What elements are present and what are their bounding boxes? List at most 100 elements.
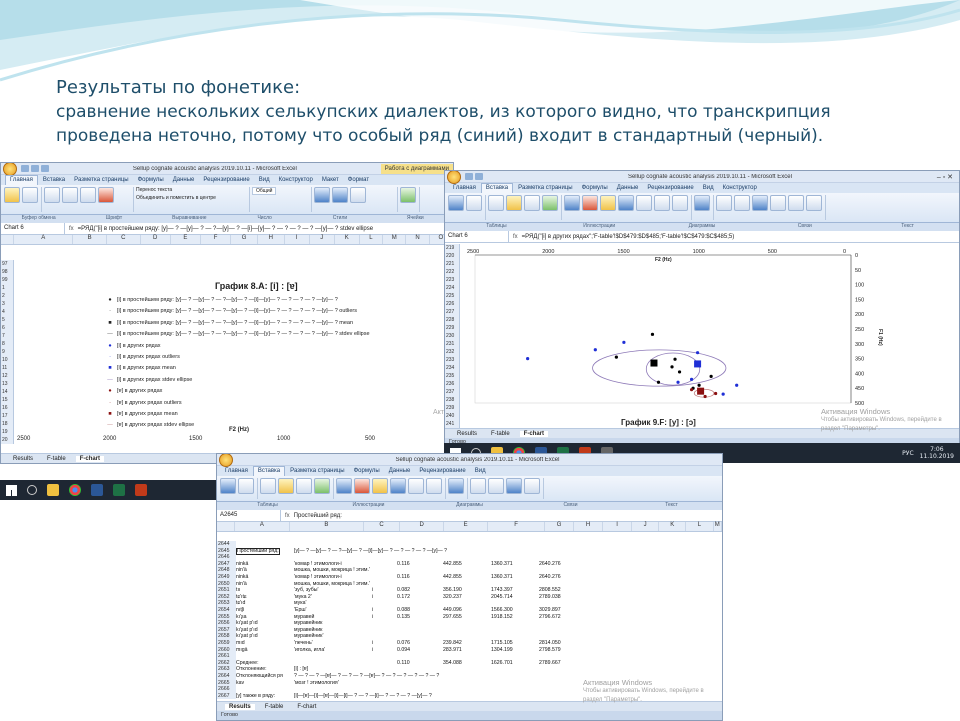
picture-icon[interactable] [260,478,276,494]
table-cell[interactable]: 239.842 [443,640,462,647]
table-cell[interactable]: tɕ'ıd [236,600,245,607]
row-header[interactable]: 14 [1,388,13,396]
textbox-icon[interactable] [470,478,486,494]
column-header[interactable]: A [14,235,74,244]
shapes-icon[interactable] [524,195,540,211]
table-cell[interactable]: tıı [236,587,240,594]
table-cell[interactable]: i [372,614,373,621]
hyperlink-icon[interactable] [694,195,710,211]
row-header[interactable]: 226 [445,300,459,308]
app-icon[interactable] [135,484,147,496]
table-cell[interactable]: муравейник' [294,633,323,640]
format-as-table-icon[interactable] [332,187,348,203]
column-header[interactable]: E [171,235,201,244]
column-header[interactable]: D [400,522,445,531]
table-cell[interactable]: [i]—[ɐ]—[i]—[ɐ]—[i]—[i]— ? — ? —[i]— ? —… [294,693,432,700]
row-header[interactable]: 98 [1,268,13,276]
row-header[interactable]: 2661 [217,653,236,660]
merge-center-button[interactable]: Объединить и поместить в центре [136,195,216,201]
tab-formulas[interactable]: Формулы [350,467,384,476]
column-header[interactable]: C [107,235,141,244]
area-chart-icon[interactable] [408,478,424,494]
row-header[interactable]: 16 [1,404,13,412]
area-chart-icon[interactable] [636,195,652,211]
sheet-tab-f-table[interactable]: F-table [261,704,288,710]
table-row[interactable]: 2648 nin'ä мошка, мошки, мокрица ! этим.' [217,567,722,574]
table-cell[interactable]: 2045.714 [491,594,513,601]
row-header[interactable]: 2657 [217,626,236,634]
row-header[interactable]: 10 [1,356,13,364]
column-header[interactable]: D [141,235,171,244]
table-cell[interactable]: kı'ʂat p'ıd [236,627,258,634]
column-header[interactable]: N [406,235,430,244]
column-header[interactable]: A [235,522,290,531]
paste-icon[interactable] [4,187,20,203]
table-cell[interactable]: мука' [294,600,306,607]
table-row[interactable]: 2644 [217,541,722,548]
row-header[interactable]: 219 [445,244,459,252]
line-chart-icon[interactable] [582,195,598,211]
table-cell[interactable]: mıd [236,640,245,647]
table-cell[interactable]: 2814.050 [539,640,561,647]
row-header[interactable]: 2659 [217,640,236,647]
table-cell[interactable]: 0.116 [397,574,410,581]
row-header[interactable]: 5 [1,316,13,324]
scatter-chart-icon[interactable] [654,195,670,211]
row-header[interactable]: 2651 [217,587,236,594]
row-header[interactable]: 12 [1,372,13,380]
column-header[interactable]: M [714,522,722,531]
column-header[interactable]: F [488,522,546,531]
table-cell[interactable]: 354.088 [443,660,462,667]
line-chart-icon[interactable] [354,478,370,494]
header-footer-icon[interactable] [734,195,750,211]
tab-format[interactable]: Формат [344,176,373,185]
row-header[interactable]: 2666 [217,686,236,693]
table-cell[interactable]: nin'ä [236,567,247,574]
signature-line-icon[interactable] [770,195,786,211]
row-header[interactable]: 2660 [217,646,236,654]
hyperlink-icon[interactable] [448,478,464,494]
row-header[interactable]: 234 [445,364,459,372]
table-cell[interactable]: [i] : [ɐ] [294,666,308,673]
row-header[interactable]: 2658 [217,633,236,640]
table-row[interactable]: 2647 ninkä 'комар ! этимологи-і 0.116 442.85… [217,560,722,568]
object-icon[interactable] [788,195,804,211]
table-cell[interactable]: mıgä [236,647,248,654]
pivot-table-icon[interactable] [448,195,464,211]
tab-data[interactable]: Данные [613,184,643,193]
row-header[interactable]: 2654 [217,607,236,614]
table-row[interactable]: 2654 nıtʃi 'Ерш' i 0.088 449.096 1566.300 3029.… [217,607,722,614]
tab-design[interactable]: Конструктор [275,176,317,185]
column-header[interactable]: B [290,522,364,531]
column-header[interactable]: G [231,235,258,244]
cell-styles-icon[interactable] [350,187,366,203]
table-cell[interactable]: 0.076 [397,640,410,647]
tab-view[interactable]: Вид [255,176,274,185]
table-cell[interactable]: 3029.897 [539,607,561,614]
table-row[interactable]: 2653 tɕ'ıd мука' [217,600,722,607]
table-cell[interactable]: 2798.579 [539,647,561,654]
row-header[interactable]: 236 [445,380,459,388]
chart-8a-area[interactable]: График 8.A: [i] : [ɐ] ● [i] в простейшем … [15,277,451,445]
tab-insert[interactable]: Вставка [480,183,514,193]
language-indicator[interactable]: РУС [902,450,913,457]
office-button-icon[interactable] [447,171,461,184]
row-header[interactable]: 2664 [217,673,236,680]
table-cell[interactable]: 0.135 [397,614,410,621]
table-cell[interactable]: 2640.276 [539,561,561,568]
row-header[interactable]: 1 [1,284,13,292]
table-cell[interactable]: [y]— ? —[y]— ? — ?—[y]— ? —[i]—[y]— ? — … [294,548,447,555]
select-all-corner[interactable] [1,235,15,244]
table-row[interactable]: 2663 Отклонение: [i] : [ɐ] [217,666,722,673]
table-cell[interactable]: 1918.152 [491,614,513,621]
sheet-tab-f-chart[interactable]: F-chart [293,704,320,710]
row-header[interactable]: 7 [1,332,13,340]
wrap-text-button[interactable]: Перенос текста [136,187,172,193]
smartart-icon[interactable] [314,478,330,494]
column-header[interactable]: B [73,235,107,244]
undo-icon[interactable] [475,173,483,180]
table-cell[interactable]: 0.088 [397,607,410,614]
tab-review[interactable]: Рецензирование [643,184,697,193]
row-header[interactable]: 238 [445,396,459,404]
column-chart-icon[interactable] [336,478,352,494]
